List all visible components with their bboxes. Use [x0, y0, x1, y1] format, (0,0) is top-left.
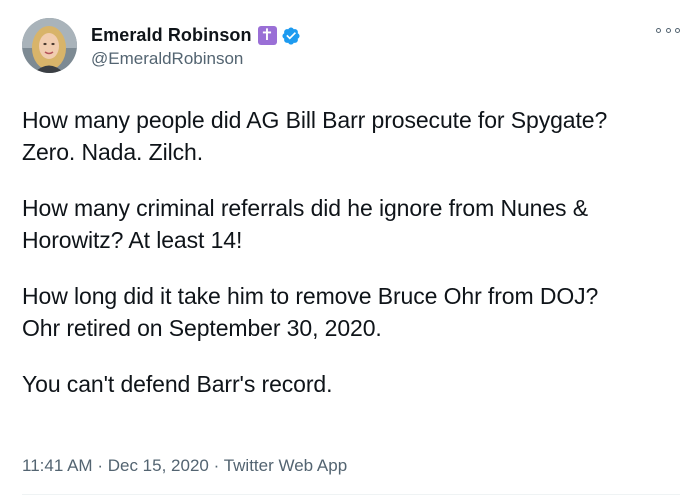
tweet-date[interactable]: Dec 15, 2020 — [108, 456, 209, 475]
verified-badge-icon — [282, 26, 300, 45]
tweet-source[interactable]: Twitter Web App — [224, 456, 347, 475]
tweet-meta: 11:41 AM · Dec 15, 2020 · Twitter Web Ap… — [22, 456, 347, 476]
name-row: Emerald Robinson ✝ — [91, 24, 301, 48]
tweet-paragraph: You can't defend Barr's record. — [22, 368, 680, 400]
tweet-line: How many criminal referrals did he ignor… — [22, 195, 588, 221]
author-handle[interactable]: @EmeraldRobinson — [91, 49, 301, 69]
tweet-paragraph: How many criminal referrals did he ignor… — [22, 192, 680, 256]
tweet-line: Horowitz? At least 14! — [22, 227, 243, 253]
more-dot — [665, 27, 671, 33]
avatar[interactable] — [22, 17, 77, 73]
tweet-line: How long did it take him to remove Bruce… — [22, 283, 599, 309]
tweet-card: Emerald Robinson ✝ @EmeraldRobinson How … — [0, 0, 700, 497]
divider — [22, 494, 680, 495]
more-dot — [656, 27, 661, 33]
display-name[interactable]: Emerald Robinson — [91, 25, 252, 46]
tweet-paragraph: How many people did AG Bill Barr prosecu… — [22, 104, 680, 168]
tweet-line: Zero. Nada. Zilch. — [22, 139, 203, 165]
meta-separator: · — [213, 456, 220, 475]
more-dot — [675, 27, 680, 33]
tweet-line: Ohr retired on September 30, 2020. — [22, 315, 382, 341]
tweet-header: Emerald Robinson ✝ @EmeraldRobinson — [22, 14, 680, 78]
meta-separator: · — [97, 456, 103, 475]
tweet-paragraph: How long did it take him to remove Bruce… — [22, 280, 680, 344]
cross-badge-icon: ✝ — [257, 26, 277, 45]
tweet-line: You can't defend Barr's record. — [22, 371, 333, 397]
more-options-icon[interactable] — [656, 24, 680, 36]
tweet-time[interactable]: 11:41 AM — [22, 456, 93, 475]
tweet-line: How many people did AG Bill Barr prosecu… — [22, 107, 608, 133]
avatar-image — [22, 17, 77, 73]
tweet-text: How many people did AG Bill Barr prosecu… — [22, 104, 680, 400]
author-names: Emerald Robinson ✝ @EmeraldRobinson — [91, 24, 301, 69]
